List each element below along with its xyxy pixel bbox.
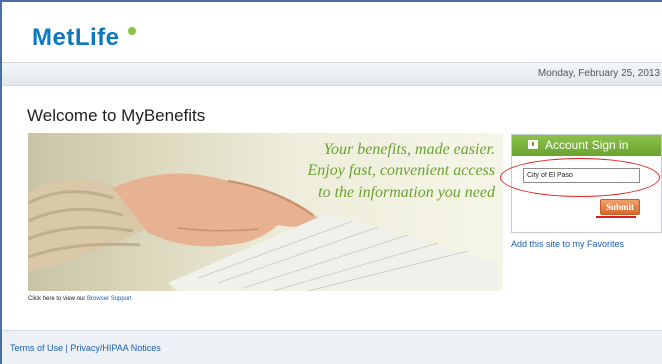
support-prefix: Click here to view our — [28, 296, 88, 302]
page-title: Welcome to MyBenefits — [27, 106, 206, 125]
lock-icon — [528, 140, 538, 149]
metlife-logo[interactable]: MetLife — [32, 24, 120, 52]
annotation-underline — [596, 216, 636, 218]
browser-support-link[interactable]: Browser Support — [87, 296, 132, 302]
signin-header: Account Sign in — [512, 135, 661, 156]
logo-dot-icon — [128, 27, 136, 35]
hero-tagline-1: Your benefits, made easier. — [323, 141, 495, 158]
hero-tagline-3: to the information you need — [318, 184, 495, 201]
privacy-notices-link[interactable]: Privacy/HIPAA Notices — [70, 343, 160, 353]
submit-button[interactable]: Submit — [600, 199, 640, 215]
terms-of-use-link[interactable]: Terms of Use — [10, 343, 63, 353]
signin-header-label: Account Sign in — [545, 138, 629, 152]
site-header: MetLife — [2, 2, 662, 62]
add-favorites-link[interactable]: Add this site to my Favorites — [511, 239, 624, 249]
page-footer: Terms of Use | Privacy/HIPAA Notices — [2, 330, 662, 364]
current-date: Monday, February 25, 2013 — [537, 68, 660, 79]
hero-banner: Your benefits, made easier. Enjoy fast, … — [28, 133, 503, 291]
footer-links: Terms of Use | Privacy/HIPAA Notices — [10, 343, 161, 353]
footer-separator: | — [65, 343, 68, 353]
browser-support-note: Click here to view our Browser Support — [28, 296, 132, 302]
hero-tagline-2: Enjoy fast, convenient access — [307, 162, 496, 179]
annotation-oval — [500, 158, 660, 197]
date-bar: Monday, February 25, 2013 — [2, 62, 662, 86]
